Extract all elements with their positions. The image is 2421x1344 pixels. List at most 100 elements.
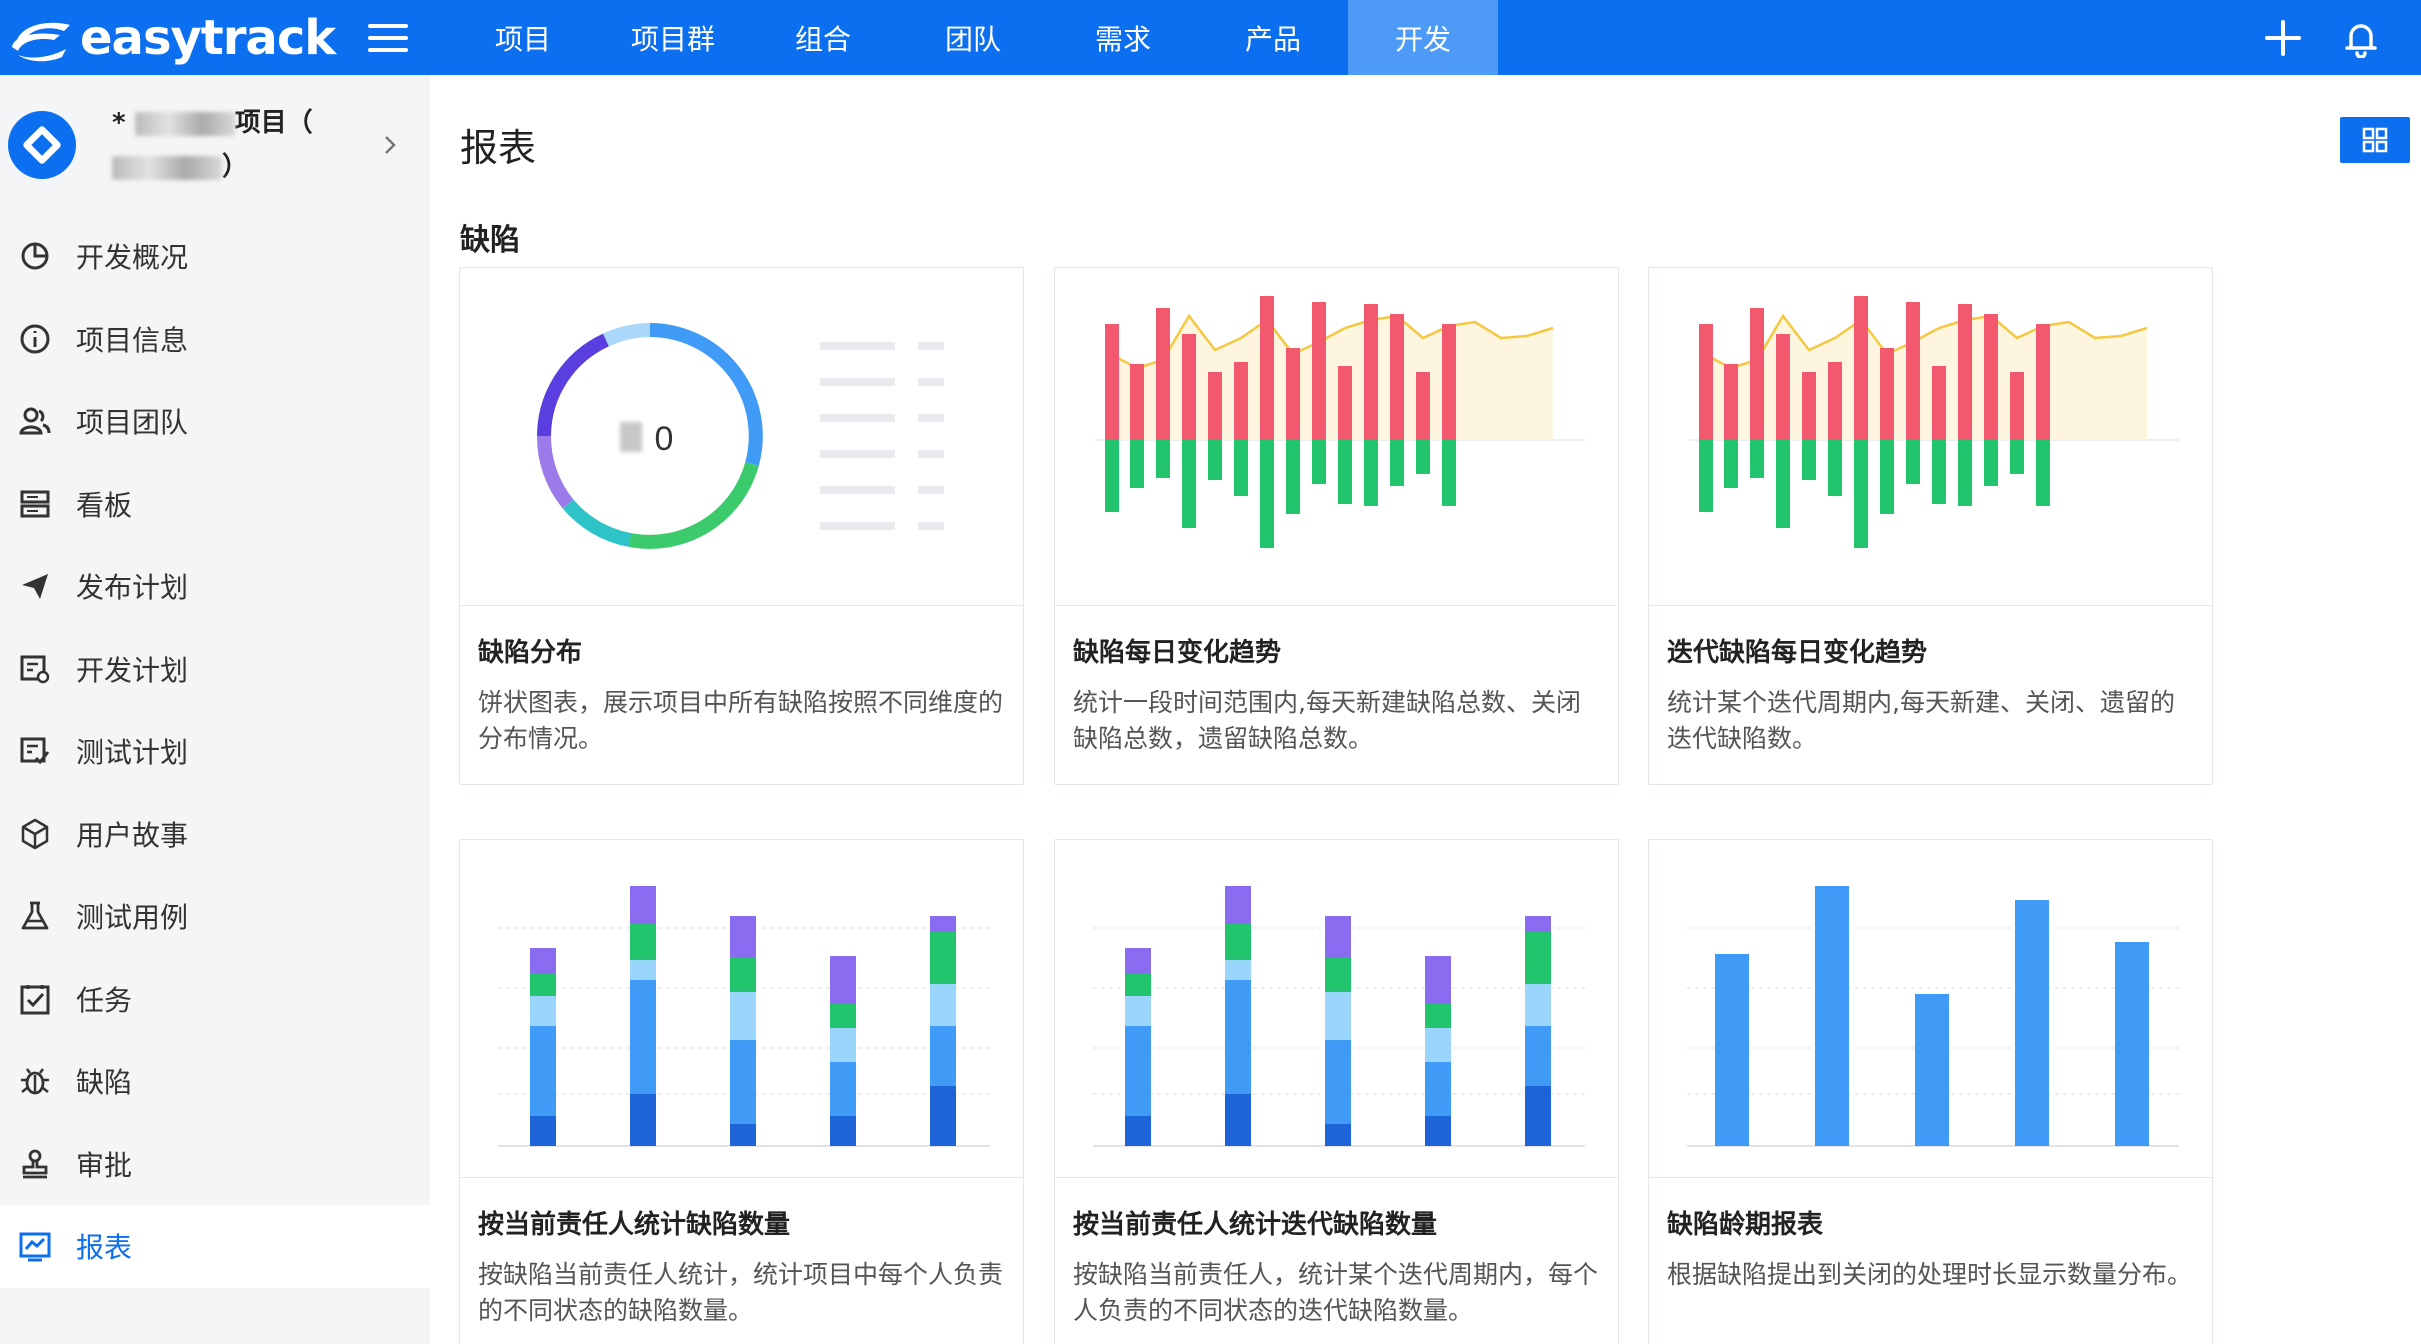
section-title: 缺陷 — [460, 223, 520, 258]
sidebar-item-kanban[interactable]: 看板 — [0, 463, 430, 546]
sidebar-item-label: 缺陷 — [76, 1066, 133, 1100]
nav-item-portfolio[interactable]: 组合 — [748, 0, 898, 75]
trend-chart-thumbnail — [1689, 296, 2179, 548]
sidebar: * 项目（ ） 开发概况 项目信息 项目团队 看板 发布计划 开发计划 测试计划… — [0, 75, 430, 1344]
project-name-close: ） — [222, 152, 249, 182]
sidebar-item-dev-plan[interactable]: 开发计划 — [0, 628, 430, 711]
chevron-right-icon[interactable] — [380, 131, 400, 159]
card-description: 统计某个迭代周期内,每天新建、关闭、遗留的迭代缺陷数。 — [1667, 688, 2175, 753]
stacked-bar-thumbnail — [1093, 886, 1585, 1147]
card-thumbnail — [1649, 840, 2212, 1178]
sidebar-item-dev-overview[interactable]: 开发概况 — [0, 215, 430, 298]
task-check-icon — [20, 984, 50, 1015]
card-description: 统计一段时间范围内,每天新建缺陷总数、关闭缺陷总数，遗留缺陷总数。 — [1073, 688, 1581, 753]
card-thumbnail — [1055, 840, 1618, 1178]
project-logo-icon — [23, 126, 61, 164]
menu-toggle-button[interactable] — [368, 20, 408, 56]
card-description: 根据缺陷提出到关闭的处理时长显示数量分布。 — [1667, 1260, 2193, 1289]
add-icon[interactable] — [2263, 18, 2303, 58]
sidebar-item-label: 报表 — [76, 1231, 133, 1265]
report-card-iteration-defect-trend[interactable]: 迭代缺陷每日变化趋势 统计某个迭代周期内,每天新建、关闭、遗留的迭代缺陷数。 — [1648, 267, 2213, 785]
logo-icon — [12, 22, 70, 61]
sidebar-item-label: 发布计划 — [76, 571, 189, 605]
card-description: 按缺陷当前责任人统计，统计项目中每个人负责的不同状态的缺陷数量。 — [478, 1260, 1004, 1325]
report-card-iteration-defects-by-assignee[interactable]: 按当前责任人统计迭代缺陷数量 按缺陷当前责任人，统计某个迭代周期内，每个人负责的… — [1054, 839, 1619, 1344]
redacted-text — [134, 111, 235, 136]
main-nav: 项目 项目群 组合 团队 需求 产品 开发 — [448, 0, 1498, 75]
report-chart-icon — [19, 1232, 51, 1262]
nav-item-program[interactable]: 项目群 — [598, 0, 748, 75]
sidebar-item-test-cases[interactable]: 测试用例 — [0, 875, 430, 958]
report-card-defect-distribution[interactable]: 0 缺陷分布 饼状图表，展示项目中所有缺陷按照不同维度的分布情况。 — [459, 267, 1024, 785]
kanban-icon — [20, 490, 50, 518]
donut-center-value: 0 — [655, 420, 674, 458]
card-title: 缺陷每日变化趋势 — [1073, 638, 1282, 668]
card-body: 按当前责任人统计迭代缺陷数量 按缺陷当前责任人，统计某个迭代周期内，每个人负责的… — [1055, 1178, 1618, 1329]
report-card-defect-age[interactable]: 缺陷龄期报表 根据缺陷提出到关闭的处理时长显示数量分布。 — [1648, 839, 2213, 1344]
project-name-line1: * 项目（ — [112, 108, 313, 138]
card-body: 迭代缺陷每日变化趋势 统计某个迭代周期内,每天新建、关闭、遗留的迭代缺陷数。 — [1649, 606, 2212, 757]
dev-plan-icon — [20, 655, 50, 683]
sidebar-item-project-info[interactable]: 项目信息 — [0, 298, 430, 381]
sidebar-item-test-plan[interactable]: 测试计划 — [0, 710, 430, 793]
sidebar-item-label: 任务 — [76, 983, 133, 1017]
info-icon — [20, 324, 50, 354]
sidebar-item-label: 审批 — [76, 1148, 133, 1182]
bell-icon[interactable] — [2341, 18, 2381, 58]
project-name: * 项目（ ） — [112, 101, 362, 189]
team-icon — [19, 407, 51, 435]
test-plan-icon — [20, 737, 50, 765]
sidebar-item-label: 看板 — [76, 488, 133, 522]
hamburger-line — [368, 47, 408, 52]
card-description: 按缺陷当前责任人，统计某个迭代周期内，每个人负责的不同状态的迭代缺陷数量。 — [1073, 1260, 1599, 1325]
card-thumbnail — [460, 840, 1023, 1178]
sidebar-item-label: 测试计划 — [76, 736, 189, 770]
nav-item-projects[interactable]: 项目 — [448, 0, 598, 75]
app-logo[interactable]: easytrack — [8, 10, 348, 66]
cube-icon — [21, 818, 49, 849]
card-description: 饼状图表，展示项目中所有缺陷按照不同维度的分布情况。 — [478, 688, 1004, 753]
sidebar-item-tasks[interactable]: 任务 — [0, 958, 430, 1041]
card-title: 缺陷分布 — [478, 638, 583, 668]
project-avatar — [8, 111, 76, 179]
report-card-defect-daily-trend[interactable]: 缺陷每日变化趋势 统计一段时间范围内,每天新建缺陷总数、关闭缺陷总数，遗留缺陷总… — [1054, 267, 1619, 785]
redacted-text — [112, 155, 222, 180]
project-name-line2: ） — [112, 145, 362, 189]
nav-item-development[interactable]: 开发 — [1348, 0, 1498, 75]
report-card-defects-by-assignee[interactable]: 按当前责任人统计缺陷数量 按缺陷当前责任人统计，统计项目中每个人负责的不同状态的… — [459, 839, 1024, 1344]
bar-chart-thumbnail — [1687, 886, 2179, 1147]
card-body: 按当前责任人统计缺陷数量 按缺陷当前责任人统计，统计项目中每个人负责的不同状态的… — [460, 1178, 1023, 1329]
sidebar-item-release-plan[interactable]: 发布计划 — [0, 545, 430, 628]
sidebar-item-label: 测试用例 — [76, 901, 189, 935]
grid-view-button[interactable] — [2340, 117, 2410, 163]
sidebar-item-label: 开发计划 — [76, 653, 189, 687]
card-title: 迭代缺陷每日变化趋势 — [1667, 638, 1928, 668]
project-selector[interactable]: * 项目（ ） — [0, 75, 430, 215]
stacked-bar-thumbnail — [498, 886, 990, 1147]
flask-icon — [21, 901, 49, 930]
sidebar-item-user-stories[interactable]: 用户故事 — [0, 793, 430, 876]
stamp-icon — [22, 1149, 48, 1179]
card-body: 缺陷每日变化趋势 统计一段时间范围内,每天新建缺陷总数、关闭缺陷总数，遗留缺陷总… — [1055, 606, 1618, 757]
top-actions — [2263, 0, 2381, 75]
card-body: 缺陷分布 饼状图表，展示项目中所有缺陷按照不同维度的分布情况。 — [460, 606, 1023, 757]
nav-item-team[interactable]: 团队 — [898, 0, 1048, 75]
hamburger-line — [368, 35, 408, 40]
main-content: 报表 缺陷 0 缺陷分布 饼状图表，展示项目中所有缺陷按照不同维度的分布情况。 … — [430, 75, 2421, 1344]
card-thumbnail — [1649, 268, 2212, 606]
top-navbar: easytrack 项目 项目群 组合 团队 需求 产品 开发 — [0, 0, 2421, 75]
card-title: 缺陷龄期报表 — [1667, 1210, 1824, 1240]
card-thumbnail: 0 — [460, 268, 1023, 606]
hamburger-line — [368, 23, 408, 28]
sidebar-item-defects[interactable]: 缺陷 — [0, 1040, 430, 1123]
sidebar-item-project-team[interactable]: 项目团队 — [0, 380, 430, 463]
nav-item-requirements[interactable]: 需求 — [1048, 0, 1198, 75]
card-title: 按当前责任人统计缺陷数量 — [478, 1210, 791, 1240]
sidebar-item-approval[interactable]: 审批 — [0, 1123, 430, 1206]
send-icon — [22, 574, 48, 600]
sidebar-item-label: 开发概况 — [76, 241, 189, 275]
nav-item-product[interactable]: 产品 — [1198, 0, 1348, 75]
sidebar-item-reports[interactable]: 报表 — [0, 1205, 430, 1288]
donut-chart-thumbnail: 0 — [536, 323, 944, 549]
card-thumbnail — [1055, 268, 1618, 606]
